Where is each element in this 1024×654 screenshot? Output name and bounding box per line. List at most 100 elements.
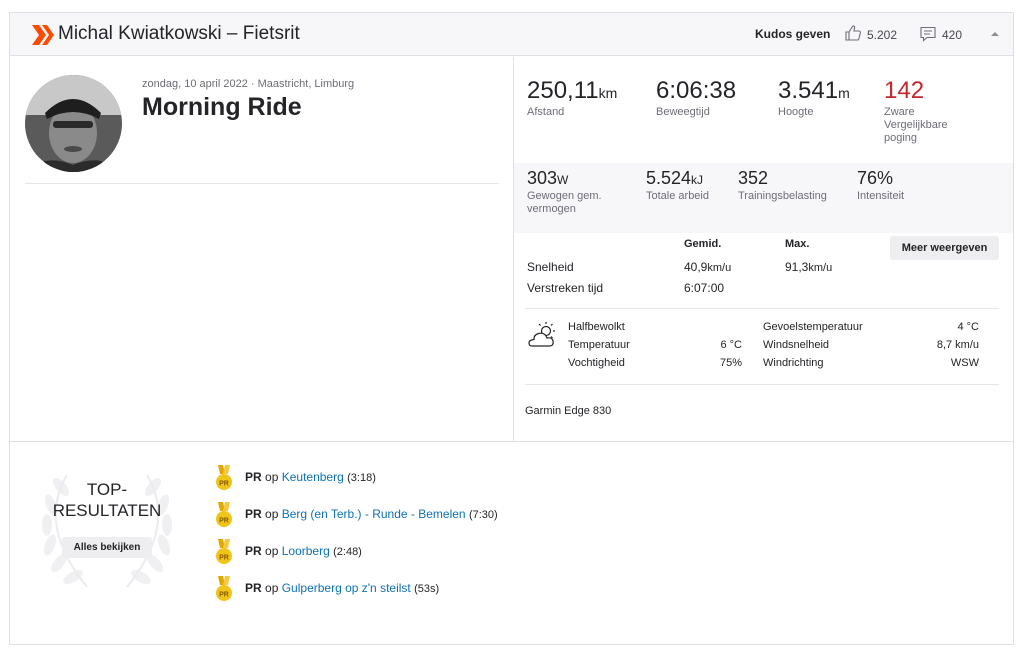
stat-distance-unit: km	[598, 85, 618, 101]
pr-label: PR	[245, 581, 262, 595]
col-header-max: Max.	[785, 238, 810, 250]
stat-elevation-label: Hoogte	[778, 106, 814, 118]
pr-label: PR	[245, 470, 262, 484]
svg-text:PR: PR	[219, 518, 229, 525]
kudos-count[interactable]: 5.202	[867, 28, 897, 42]
stat-weighted-power-label-2: vermogen	[527, 203, 576, 215]
stat-moving-time-label: Beweegtijd	[656, 106, 710, 118]
stat-intensity-value: 76%	[857, 168, 894, 188]
comment-count[interactable]: 420	[942, 28, 962, 42]
segment-link[interactable]: Keutenberg	[282, 470, 344, 484]
stat-relative-effort-value: 142	[884, 77, 925, 104]
stat-weighted-power-value: 303	[527, 168, 558, 188]
stat-elevation-value: 3.541	[778, 77, 839, 104]
pr-medal-icon: PR	[216, 539, 232, 564]
top-results-title: TOP- RESULTATEN	[47, 479, 167, 521]
segment-time: (53s)	[414, 583, 440, 595]
humidity-label: Vochtigheid	[568, 357, 625, 369]
stat-total-work-label: Totale arbeid	[646, 190, 709, 202]
wind-direction-label: Windrichting	[763, 357, 824, 369]
speed-avg: 40,9km/u	[684, 260, 731, 274]
top-results-title-line2: RESULTATEN	[52, 501, 162, 520]
segment-link[interactable]: Loorberg	[282, 544, 330, 558]
stat-distance: 250,11km Afstand	[527, 77, 617, 118]
segment-time: (2:48)	[333, 546, 362, 558]
strava-chevron-icon	[32, 25, 54, 45]
activity-date-location: zondag, 10 april 2022 · Maastricht, Limb…	[142, 78, 355, 90]
humidity-value: 75%	[719, 357, 742, 369]
partly-cloudy-icon	[528, 322, 555, 347]
show-more-button[interactable]: Meer weergeven	[890, 236, 999, 260]
segment-time: (7:30)	[468, 509, 498, 521]
activity-header-title: Michal Kwiatkowski – Fietsrit	[58, 23, 300, 44]
stat-total-work-unit: kJ	[691, 173, 704, 187]
pr-medal-icon: PR	[216, 576, 232, 601]
stat-training-load-value: 352	[738, 168, 769, 188]
device-name: Garmin Edge 830	[525, 405, 612, 417]
stat-elevation-unit: m	[838, 85, 850, 101]
svg-text:PR: PR	[219, 481, 229, 488]
pr-op: op	[265, 470, 279, 484]
stat-elevation: 3.541m Hoogte	[778, 77, 850, 118]
activity-title: Morning Ride	[142, 93, 302, 121]
pr-label: PR	[245, 544, 262, 558]
segment-link[interactable]: Gulperberg op z'n steilst	[282, 581, 411, 595]
give-kudos-link[interactable]: Kudos geven	[755, 27, 830, 41]
athlete-avatar[interactable]	[25, 75, 122, 172]
pr-medal-icon: PR	[216, 465, 232, 490]
stat-training-load: 352 Trainingsbelasting	[738, 168, 827, 202]
stat-relative-effort[interactable]: 142 Zware Vergelijkbare poging	[884, 77, 948, 144]
stat-total-work-value: 5.524	[646, 168, 692, 188]
view-all-results-button[interactable]: Alles bekijken	[62, 537, 152, 558]
stat-relative-effort-label-1: Zware	[884, 106, 915, 118]
laurel-wreath-icon	[42, 474, 172, 588]
col-header-avg: Gemid.	[684, 238, 722, 250]
segment-link[interactable]: Berg (en Terb.) - Runde - Bemelen	[282, 507, 466, 521]
speed-label: Snelheid	[527, 260, 574, 274]
weather-condition: Halfbewolkt	[568, 321, 625, 333]
elapsed-time-label: Verstreken tijd	[527, 281, 604, 295]
wind-speed-label: Windsnelheid	[763, 339, 830, 351]
wind-speed-value: 8,7 km/u	[936, 339, 979, 351]
thumbs-up-icon[interactable]	[844, 24, 862, 42]
top-results-title-line1: TOP-	[86, 480, 128, 499]
feels-like-value: 4 °C	[957, 321, 979, 333]
stat-weighted-power-label-1: Gewogen gem.	[527, 190, 602, 202]
speed-max: 91,3km/u	[785, 260, 832, 274]
stat-distance-label: Afstand	[527, 106, 565, 118]
temperature-label: Temperatuur	[568, 339, 630, 351]
speed-avg-value: 40,9	[684, 260, 708, 274]
stat-relative-effort-label-3: poging	[884, 132, 918, 144]
activity-card: Michal Kwiatkowski – Fietsrit Kudos geve…	[9, 12, 1014, 645]
section-divider	[10, 441, 1013, 442]
speed-avg-unit: km/u	[707, 262, 732, 274]
stat-intensity-label: Intensiteit	[857, 190, 905, 202]
left-divider	[25, 183, 499, 184]
segment-time: (3:18)	[347, 472, 376, 484]
speed-max-value: 91,3	[785, 260, 809, 274]
stat-weighted-power-unit: W	[557, 173, 569, 187]
details-divider	[525, 308, 999, 309]
pr-op: op	[265, 544, 279, 558]
svg-text:PR: PR	[219, 555, 229, 562]
feels-like-label: Gevoelstemperatuur	[763, 321, 863, 333]
column-divider	[513, 57, 514, 441]
elapsed-time-value: 6:07:00	[684, 281, 725, 295]
svg-text:PR: PR	[219, 592, 229, 599]
stat-relative-effort-label-2: Vergelijkbare	[884, 119, 948, 131]
wind-direction-value: WSW	[950, 357, 979, 369]
stat-distance-value: 250,11	[527, 77, 599, 104]
pr-op: op	[265, 581, 279, 595]
temperature-value: 6 °C	[720, 339, 742, 351]
collapse-caret-icon[interactable]	[988, 28, 1002, 40]
pr-op: op	[265, 507, 279, 521]
stat-training-load-label: Trainingsbelasting	[738, 190, 827, 202]
stat-moving-time: 6:06:38 Beweegtijd	[656, 77, 736, 118]
comment-icon[interactable]	[919, 25, 937, 43]
stat-intensity: 76% Intensiteit	[857, 168, 904, 202]
pr-label: PR	[245, 507, 262, 521]
stat-weighted-power: 303W Gewogen gem. vermogen	[527, 168, 602, 215]
activity-header: Michal Kwiatkowski – Fietsrit Kudos geve…	[10, 13, 1013, 56]
stat-total-work: 5.524kJ Totale arbeid	[646, 168, 709, 202]
speed-max-unit: km/u	[808, 262, 833, 274]
